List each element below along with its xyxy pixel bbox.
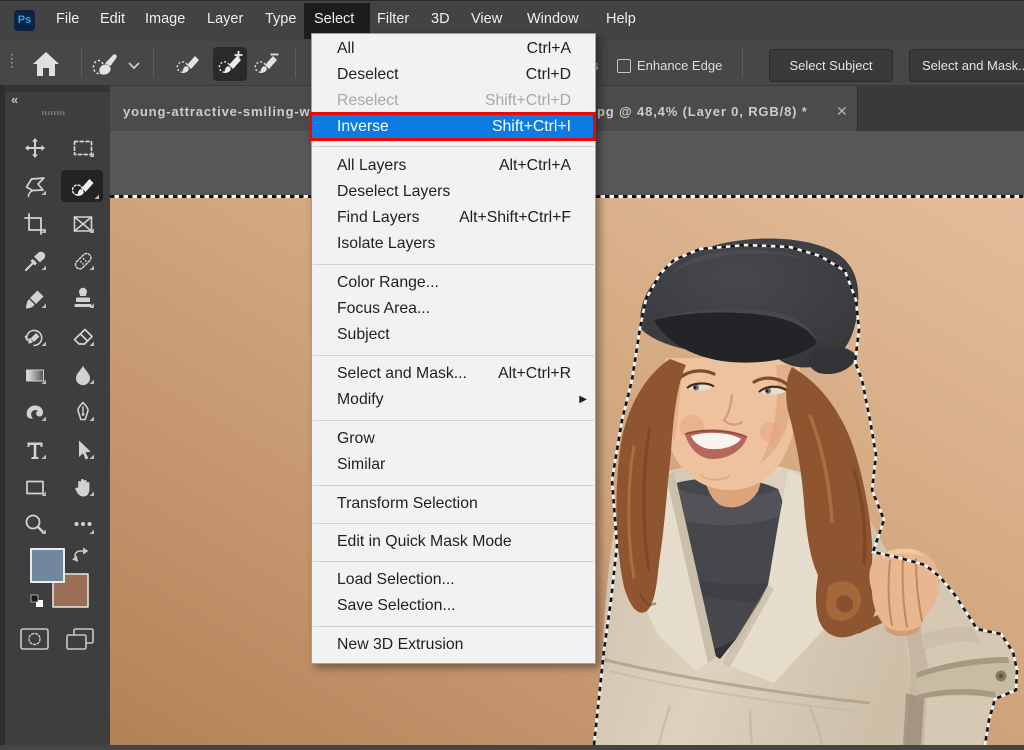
svg-text:«: « <box>11 92 18 107</box>
